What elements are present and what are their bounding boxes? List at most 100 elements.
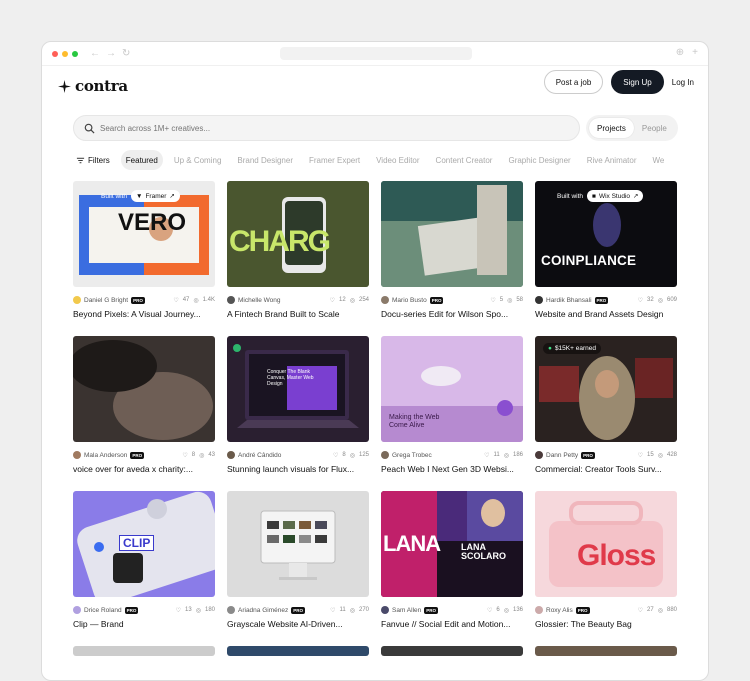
creator-name[interactable]: Drice Roland xyxy=(84,607,122,614)
project-card[interactable] xyxy=(381,646,523,656)
heart-icon[interactable]: ♡ xyxy=(487,607,492,614)
project-card[interactable]: Mario Busto PRO ♡ 5 ◎ 58 Docu-series Edit … xyxy=(381,181,523,319)
wix-studio-badge[interactable]: ■ Wix Studio ↗ xyxy=(587,190,644,202)
project-thumbnail[interactable] xyxy=(227,646,369,656)
filter-chip-framer-expert[interactable]: Framer Expert xyxy=(304,150,365,170)
heart-icon[interactable]: ♡ xyxy=(638,297,643,304)
avatar[interactable] xyxy=(227,451,235,459)
close-window-icon[interactable] xyxy=(52,50,58,57)
project-title[interactable]: Fanvue // Social Edit and Motion... xyxy=(381,619,523,629)
creator-name[interactable]: Sam Allen xyxy=(392,607,421,614)
back-arrow-icon[interactable]: ← xyxy=(90,48,100,59)
project-title[interactable]: Grayscale Website AI-Driven... xyxy=(227,619,369,629)
heart-icon[interactable]: ♡ xyxy=(330,607,335,614)
avatar[interactable] xyxy=(381,451,389,459)
creator-name[interactable]: Grega Trobec xyxy=(392,452,432,459)
project-thumbnail[interactable]: Built with ▼ Framer ↗ VERO xyxy=(73,181,215,287)
creator-name[interactable]: Daniel G Bright xyxy=(84,297,128,304)
filter-chip-truncated[interactable]: We xyxy=(648,150,670,170)
heart-icon[interactable]: ♡ xyxy=(490,297,495,304)
project-card[interactable] xyxy=(227,646,369,656)
download-icon[interactable]: ⊕ xyxy=(676,47,684,58)
project-card[interactable] xyxy=(535,646,677,656)
project-card[interactable]: CHARG Michelle Wong ♡ 12 ◎ 254 A Fintech B… xyxy=(227,181,369,319)
filter-chip-rive-animator[interactable]: Rive Animator xyxy=(582,150,642,170)
project-thumbnail[interactable]: CLIP xyxy=(73,491,215,597)
project-card[interactable]: Mala Anderson PRO ♡ 8 ◎ 43 voice over for … xyxy=(73,336,215,474)
project-thumbnail[interactable]: Built with ■ Wix Studio ↗ COINPLIANCE xyxy=(535,181,677,287)
project-thumbnail[interactable]: Making the Web Come Alive xyxy=(381,336,523,442)
project-title[interactable]: Stunning launch visuals for Flux... xyxy=(227,464,369,474)
heart-icon[interactable]: ♡ xyxy=(638,452,643,459)
search-bar[interactable] xyxy=(73,115,580,141)
project-card[interactable]: Conquer The Blank Canvas, Master Web Des… xyxy=(227,336,369,474)
avatar[interactable] xyxy=(227,296,235,304)
creator-name[interactable]: Dann Petty xyxy=(546,452,578,459)
project-thumbnail[interactable]: ● $15K+ earned xyxy=(535,336,677,442)
project-thumbnail[interactable] xyxy=(73,336,215,442)
avatar[interactable] xyxy=(535,296,543,304)
project-thumbnail[interactable]: LANA LANA SCOLARO xyxy=(381,491,523,597)
project-title[interactable]: A Fintech Brand Built to Scale xyxy=(227,309,369,319)
project-title[interactable]: voice over for aveda x charity:... xyxy=(73,464,215,474)
heart-icon[interactable]: ♡ xyxy=(173,297,178,304)
project-thumbnail[interactable]: CHARG xyxy=(227,181,369,287)
project-thumbnail[interactable] xyxy=(73,646,215,656)
filter-chip-up-coming[interactable]: Up & Coming xyxy=(169,150,227,170)
heart-icon[interactable]: ♡ xyxy=(330,297,335,304)
project-title[interactable]: Website and Brand Assets Design xyxy=(535,309,677,319)
new-tab-icon[interactable]: + xyxy=(692,47,698,58)
tab-people[interactable]: People xyxy=(634,118,675,138)
avatar[interactable] xyxy=(73,606,81,614)
project-card[interactable]: Built with ■ Wix Studio ↗ COINPLIANCE Ha… xyxy=(535,181,677,319)
avatar[interactable] xyxy=(73,296,81,304)
maximize-window-icon[interactable] xyxy=(72,50,78,57)
heart-icon[interactable]: ♡ xyxy=(638,607,643,614)
creator-name[interactable]: Mario Busto xyxy=(392,297,427,304)
project-card[interactable]: Making the Web Come Alive Grega Trobec ♡… xyxy=(381,336,523,474)
project-thumbnail[interactable] xyxy=(381,646,523,656)
search-input[interactable] xyxy=(100,123,550,133)
framer-badge[interactable]: ▼ Framer ↗ xyxy=(131,190,180,202)
creator-name[interactable]: Roxy Alis xyxy=(546,607,573,614)
creator-name[interactable]: André Cândido xyxy=(238,452,281,459)
project-card[interactable]: ● $15K+ earned Dann Petty PRO ♡ 15 ◎ 428 C… xyxy=(535,336,677,474)
avatar[interactable] xyxy=(381,606,389,614)
creator-name[interactable]: Ariadna Giménez xyxy=(238,607,288,614)
filter-chip-video-editor[interactable]: Video Editor xyxy=(371,150,424,170)
project-title[interactable]: Clip — Brand xyxy=(73,619,215,629)
project-title[interactable]: Docu-series Edit for Wilson Spo... xyxy=(381,309,523,319)
creator-name[interactable]: Michelle Wong xyxy=(238,297,281,304)
project-card[interactable]: LANA LANA SCOLARO Sam Allen PRO ♡ 6 ◎ 136 … xyxy=(381,491,523,629)
creator-name[interactable]: Mala Anderson xyxy=(84,452,127,459)
avatar[interactable] xyxy=(535,451,543,459)
project-title[interactable]: Glossier: The Beauty Bag xyxy=(535,619,677,629)
avatar[interactable] xyxy=(535,606,543,614)
project-title[interactable]: Beyond Pixels: A Visual Journey... xyxy=(73,309,215,319)
heart-icon[interactable]: ♡ xyxy=(182,452,187,459)
avatar[interactable] xyxy=(73,451,81,459)
post-job-button[interactable]: Post a job xyxy=(543,70,604,94)
project-thumbnail[interactable] xyxy=(227,491,369,597)
project-title[interactable]: Peach Web I Next Gen 3D Websi... xyxy=(381,464,523,474)
project-card[interactable]: Ariadna Giménez PRO ♡ 11 ◎ 270 Grayscale W… xyxy=(227,491,369,629)
project-card[interactable]: Gloss Roxy Alis PRO ♡ 27 ◎ 880 Glossier: T… xyxy=(535,491,677,629)
creator-name[interactable]: Hardik Bhansali xyxy=(546,297,592,304)
filter-chip-brand-designer[interactable]: Brand Designer xyxy=(232,150,298,170)
brand-logo[interactable]: contra xyxy=(58,77,128,95)
project-thumbnail[interactable]: Gloss xyxy=(535,491,677,597)
heart-icon[interactable]: ♡ xyxy=(484,452,489,459)
reload-icon[interactable]: ↻ xyxy=(122,48,130,59)
project-thumbnail[interactable] xyxy=(381,181,523,287)
avatar[interactable] xyxy=(381,296,389,304)
filter-chip-content-creator[interactable]: Content Creator xyxy=(431,150,498,170)
filter-chip-featured[interactable]: Featured xyxy=(120,150,163,170)
project-thumbnail[interactable]: Conquer The Blank Canvas, Master Web Des… xyxy=(227,336,369,442)
filter-chip-graphic-designer[interactable]: Graphic Designer xyxy=(503,150,575,170)
forward-arrow-icon[interactable]: → xyxy=(106,48,116,59)
sign-up-button[interactable]: Sign Up xyxy=(611,70,664,94)
project-thumbnail[interactable] xyxy=(535,646,677,656)
project-card[interactable]: CLIP Drice Roland PRO ♡ 13 ◎ 180 Clip — Br… xyxy=(73,491,215,629)
minimize-window-icon[interactable] xyxy=(62,50,68,57)
heart-icon[interactable]: ♡ xyxy=(176,607,181,614)
